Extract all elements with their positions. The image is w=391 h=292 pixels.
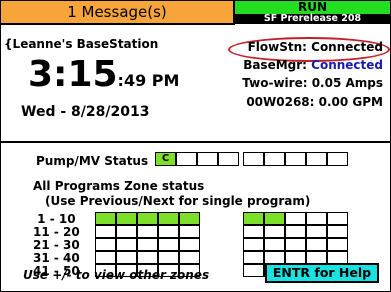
zone-cell bbox=[179, 251, 200, 264]
zone-cell bbox=[264, 225, 285, 238]
pump-cell bbox=[285, 152, 306, 166]
zone-cell bbox=[95, 251, 116, 264]
zone-cell bbox=[116, 212, 137, 225]
zone-cell bbox=[243, 212, 264, 225]
station-name: {Leanne's BaseStation bbox=[4, 37, 159, 51]
zone-cell bbox=[327, 225, 348, 238]
zone-cell bbox=[137, 251, 158, 264]
pump-cell bbox=[306, 152, 327, 166]
basemgr-status: BaseMgr: Connected bbox=[243, 58, 383, 72]
zone-cell bbox=[158, 212, 179, 225]
pump-status-label: Pump/MV Status bbox=[36, 154, 149, 168]
zone-status-heading: All Programs Zone status (Use Previous/N… bbox=[33, 179, 310, 209]
pump-cell bbox=[218, 152, 239, 166]
zone-cell bbox=[243, 264, 264, 277]
message-count-button[interactable]: 1 Message(s) bbox=[1, 1, 235, 25]
flowstn-status: FlowStn: Connected bbox=[247, 40, 383, 54]
zone-navigation-hint: Use +/- to view other zones bbox=[23, 268, 210, 282]
pump-cell bbox=[176, 152, 197, 166]
zone-row-label: 31 - 40 bbox=[33, 251, 80, 265]
zone-cell bbox=[306, 225, 327, 238]
zone-cell bbox=[95, 212, 116, 225]
zone-row-label: 21 - 30 bbox=[33, 238, 80, 252]
current-time: 3:15:49 PM bbox=[28, 55, 179, 101]
flow-device-reading: 00W0268: 0.00 GPM bbox=[246, 95, 383, 109]
zone-cell bbox=[327, 212, 348, 225]
pump-cell bbox=[243, 152, 264, 166]
current-date: Wed - 8/28/2013 bbox=[21, 104, 150, 120]
two-wire-current: Two-wire: 0.05 Amps bbox=[242, 76, 383, 90]
zone-cell bbox=[116, 238, 137, 251]
zone-cell bbox=[285, 225, 306, 238]
zone-cell bbox=[285, 212, 306, 225]
zone-status-title: All Programs Zone status bbox=[33, 179, 205, 193]
zone-cell bbox=[95, 225, 116, 238]
zone-cell bbox=[327, 238, 348, 251]
zone-cell bbox=[264, 238, 285, 251]
zone-cell bbox=[306, 212, 327, 225]
zone-cell bbox=[158, 251, 179, 264]
basemgr-label: BaseMgr: bbox=[243, 58, 312, 72]
zone-cell bbox=[137, 225, 158, 238]
zone-cell bbox=[243, 238, 264, 251]
zone-cell bbox=[137, 238, 158, 251]
time-seconds: :49 PM bbox=[117, 71, 180, 90]
zone-cell bbox=[179, 225, 200, 238]
pump-cell bbox=[264, 152, 285, 166]
zone-status-subtitle: (Use Previous/Next for single program) bbox=[45, 194, 311, 208]
zone-cell bbox=[264, 212, 285, 225]
firmware-release-label: SF Prerelease 208 bbox=[235, 14, 390, 24]
pump-cell bbox=[327, 152, 348, 166]
zone-cell bbox=[306, 238, 327, 251]
zone-cell bbox=[243, 225, 264, 238]
zone-cell bbox=[95, 238, 116, 251]
zone-row-label: 1 - 10 bbox=[33, 212, 76, 226]
pump-cell: C bbox=[155, 152, 176, 166]
pump-cell bbox=[197, 152, 218, 166]
zone-cell bbox=[116, 225, 137, 238]
zone-cell bbox=[137, 212, 158, 225]
zone-row-label: 11 - 20 bbox=[33, 225, 80, 239]
zone-cell bbox=[179, 212, 200, 225]
zone-cell bbox=[158, 225, 179, 238]
time-hours-minutes: 3:15 bbox=[28, 54, 118, 95]
zone-cell bbox=[179, 238, 200, 251]
zone-cell bbox=[158, 238, 179, 251]
section-divider bbox=[1, 141, 390, 143]
help-button[interactable]: ENTR for Help bbox=[265, 263, 379, 283]
basemgr-value: Connected bbox=[311, 58, 383, 72]
zone-cell bbox=[116, 251, 137, 264]
zone-cell bbox=[285, 238, 306, 251]
zone-cell bbox=[243, 251, 264, 264]
